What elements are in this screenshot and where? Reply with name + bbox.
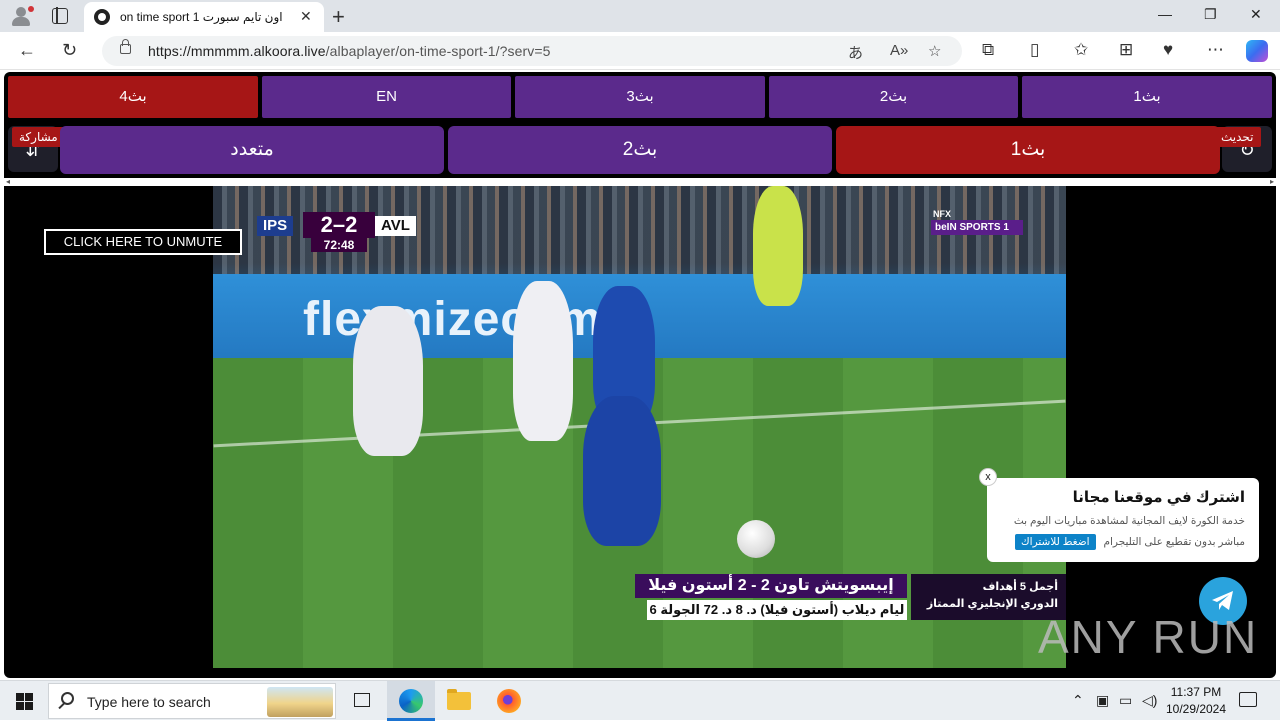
url-path: /albaplayer/on-time-sport-1/?serv=5 — [325, 43, 551, 59]
taskbar-firefox[interactable] — [485, 681, 533, 721]
player-white-1 — [353, 306, 423, 456]
match-ball — [737, 520, 775, 558]
server-button-3[interactable]: بث3 — [515, 76, 765, 118]
away-team: AVL — [375, 216, 416, 236]
windows-taskbar: Type here to search ⌃ ▣ ▭ ◁) 11:37 PM 10… — [0, 680, 1280, 721]
channel-name: beIN SPORTS 1 — [931, 220, 1023, 235]
server-button-en[interactable]: EN — [262, 76, 511, 118]
edge-icon — [399, 689, 423, 713]
lower-third: إيبسويتش تاون 2 - 2 أستون فيلا ليام ديلا… — [635, 574, 1066, 622]
search-icon — [61, 692, 74, 705]
extensions-icon[interactable]: ⧉ — [982, 40, 994, 60]
refresh-label: تحديث — [1214, 127, 1261, 147]
task-view-button[interactable] — [338, 681, 386, 721]
translate-icon[interactable]: あ — [848, 42, 863, 63]
main-server-1[interactable]: بث1 — [836, 126, 1220, 174]
telegram-icon — [1212, 591, 1233, 610]
player-frame: بث4 EN بث3 بث2 بث1 ⇵ مشاركة متعدد بث2 بث… — [4, 72, 1276, 678]
folder-icon — [447, 689, 471, 710]
subscribe-button[interactable]: اضغط للاشتراك — [1015, 534, 1096, 550]
browser-tab-bar: on time sport 1 اون تايم سبورت ✕ + — ❐ ✕ — [0, 0, 1280, 32]
channel-logo: NFX beIN SPORTS 1 — [931, 209, 1023, 236]
anyrun-watermark: ANY RUN — [1038, 611, 1259, 663]
score-value: 2–2 — [303, 212, 375, 238]
taskbar-file-explorer[interactable] — [435, 681, 483, 721]
firefox-icon — [497, 689, 521, 713]
window-close-icon[interactable]: ✕ — [1250, 6, 1262, 23]
address-field[interactable]: https://mmmmm.alkoora.live/albaplayer/on… — [102, 36, 962, 66]
player-white-2 — [513, 281, 573, 441]
popup-description: خدمة الكورة لايف المجانية لمشاهدة مباريا… — [1013, 515, 1245, 527]
popup-close-icon[interactable]: x — [979, 468, 997, 486]
split-screen-icon[interactable]: ▯ — [1030, 40, 1039, 60]
server-button-1[interactable]: بث1 — [1022, 76, 1272, 118]
clock-time: 11:37 PM — [1170, 685, 1222, 699]
profile-icon[interactable] — [8, 4, 34, 28]
unmute-button[interactable]: CLICK HERE TO UNMUTE — [44, 229, 242, 255]
video-player[interactable]: flexmizecom IPS 2–2 AVL 72:48 NFX beIN S… — [213, 186, 1066, 668]
tray-device-icon[interactable]: ▣ — [1096, 692, 1109, 709]
browser-essentials-icon[interactable]: ♥ — [1163, 40, 1173, 60]
tab-close-icon[interactable]: ✕ — [300, 8, 312, 25]
network-icon[interactable]: ▭ — [1119, 692, 1132, 709]
taskbar-edge[interactable] — [387, 681, 435, 721]
tray-chevron-icon[interactable]: ⌃ — [1072, 692, 1084, 709]
clock-date: 10/29/2024 — [1165, 702, 1227, 716]
taskbar-search-box[interactable]: Type here to search — [48, 683, 336, 719]
match-clock: 72:48 — [311, 238, 367, 252]
browser-tab[interactable]: on time sport 1 اون تايم سبورت ✕ — [84, 2, 324, 32]
refresh-icon[interactable]: ↻ — [62, 40, 77, 61]
telegram-subscribe-popup: اشترك في موقعنا مجانا خدمة الكورة لايف ا… — [987, 478, 1259, 562]
url-text: https://mmmmm.alkoora.live/albaplayer/on… — [148, 43, 551, 59]
home-team: IPS — [257, 216, 294, 236]
back-icon[interactable]: ← — [18, 40, 36, 61]
tab-actions-icon[interactable] — [52, 7, 68, 24]
minimize-icon[interactable]: — — [1158, 6, 1172, 22]
horizontal-scrollbar[interactable]: ◂ ▸ — [4, 177, 1276, 186]
restore-icon[interactable]: ❐ — [1204, 6, 1217, 23]
channel-tag: NFX — [933, 209, 951, 219]
lock-icon[interactable] — [120, 39, 131, 54]
favorite-star-icon[interactable]: ☆ — [928, 42, 941, 60]
system-clock[interactable]: 11:37 PM 10/29/2024 — [1164, 684, 1228, 718]
search-placeholder: Type here to search — [87, 694, 211, 710]
scroll-left-icon[interactable]: ◂ — [6, 177, 10, 186]
favorites-icon[interactable]: ✩ — [1074, 40, 1088, 60]
lower-third-right-top: أجمل 5 أهداف — [982, 581, 1058, 593]
task-view-icon — [354, 693, 370, 707]
settings-more-icon[interactable]: ⋯ — [1207, 40, 1224, 60]
share-label: مشاركة — [12, 127, 65, 147]
volume-icon[interactable]: ◁) — [1142, 692, 1157, 709]
popup-description-2: مباشر بدون تقطيع على التليجرام — [1103, 536, 1245, 548]
main-server-multi[interactable]: متعدد — [60, 126, 444, 174]
search-highlight-image — [267, 687, 333, 717]
server-button-2[interactable]: بث2 — [769, 76, 1018, 118]
collections-icon[interactable]: ⊞ — [1119, 40, 1133, 60]
player-yellow-bib — [753, 186, 803, 306]
main-server-2[interactable]: بث2 — [448, 126, 832, 174]
player-blue-2 — [583, 396, 661, 546]
server-button-4[interactable]: بث4 — [8, 76, 258, 118]
copilot-icon[interactable] — [1246, 40, 1268, 62]
new-tab-icon[interactable]: + — [332, 4, 345, 30]
lower-third-headline: إيبسويتش تاون 2 - 2 أستون فيلا — [635, 574, 907, 598]
address-toolbar: ← ↻ https://mmmmm.alkoora.live/albaplaye… — [0, 32, 1280, 70]
web-page: بث4 EN بث3 بث2 بث1 ⇵ مشاركة متعدد بث2 بث… — [0, 70, 1280, 680]
popup-title: اشترك في موقعنا مجانا — [1072, 489, 1245, 506]
read-aloud-icon[interactable]: A» — [890, 42, 908, 59]
notification-icon[interactable] — [1239, 692, 1257, 707]
tab-title: on time sport 1 اون تايم سبورت — [120, 10, 283, 24]
soccer-ball-favicon-icon — [94, 9, 110, 25]
lower-third-scorer: ليام ديلاب (أستون فيلا) د. 8 د. 72 الجول… — [647, 600, 907, 620]
scroll-right-icon[interactable]: ▸ — [1270, 177, 1274, 186]
url-host: https://mmmmm.alkoora.live — [148, 43, 326, 59]
windows-start-icon[interactable] — [16, 693, 33, 710]
